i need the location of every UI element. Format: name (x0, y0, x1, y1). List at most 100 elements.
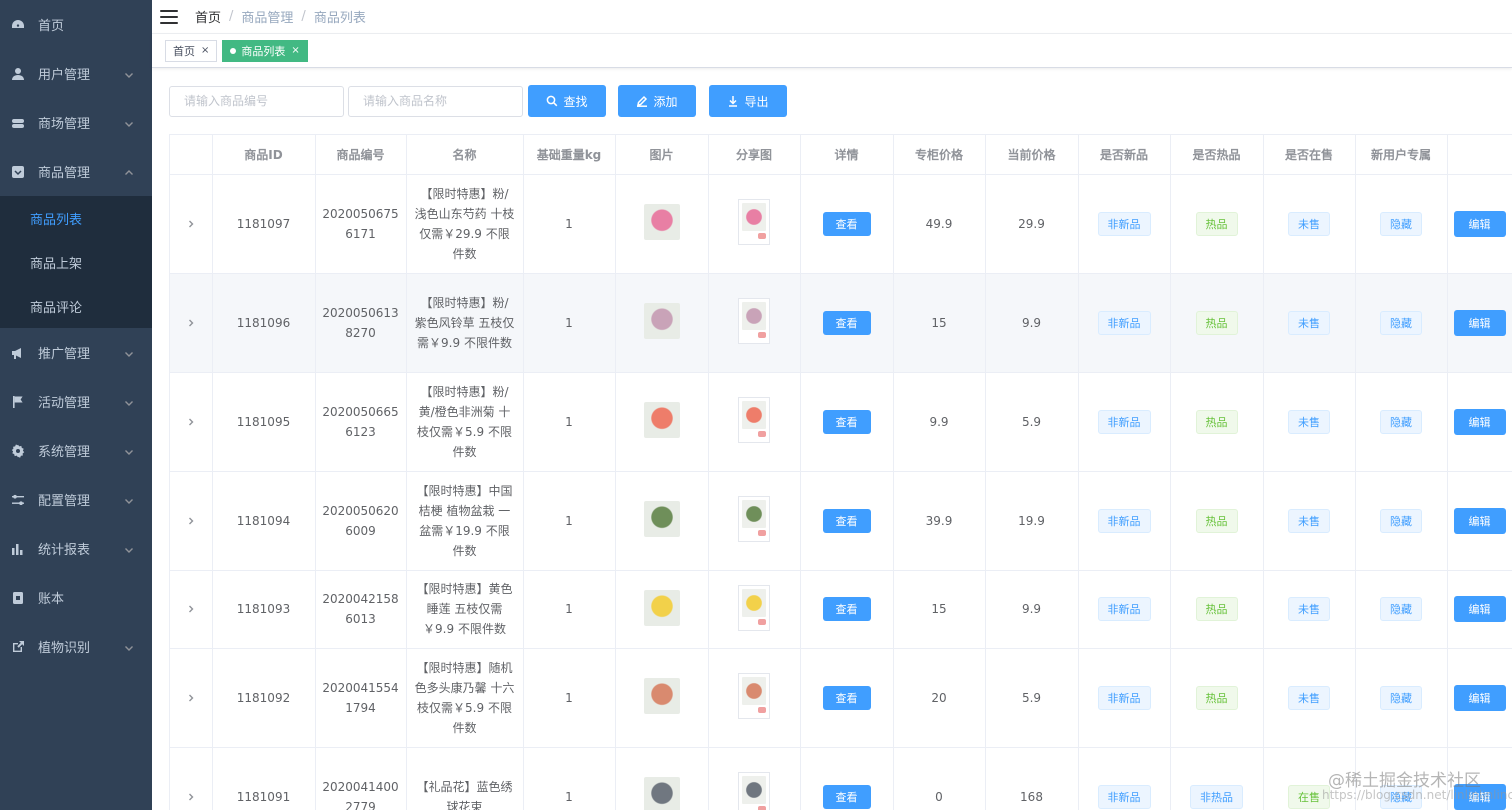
share-image[interactable] (738, 397, 770, 443)
view-button[interactable]: 查看 (822, 310, 871, 335)
retail-price: 168 (985, 747, 1079, 810)
goods-image-cell (615, 747, 709, 810)
export-button[interactable]: 导出 (709, 85, 787, 117)
goods-sn-line: 2020041554 (322, 680, 399, 695)
breadcrumb: 首页 / 商品管理 / 商品列表 (195, 7, 366, 26)
close-icon[interactable]: × (201, 45, 209, 56)
sidebar-item-label: 植物识别 (38, 641, 91, 656)
expand-cell[interactable] (170, 747, 213, 810)
is-new-cell: 非新品 (1078, 747, 1171, 810)
add-button[interactable]: 添加 (618, 85, 696, 117)
sidebar-item-external-link[interactable]: 植物识别 (0, 622, 152, 671)
column-header: 详情 (800, 135, 894, 175)
tag-goods-list[interactable]: 商品列表 × (222, 39, 308, 62)
view-button[interactable]: 查看 (822, 508, 871, 533)
is-new-cell: 非新品 (1078, 570, 1171, 649)
goods-icon (11, 165, 25, 179)
goods-sn: 2020041554 1794 (315, 648, 407, 748)
hamburger-icon[interactable] (160, 9, 178, 24)
sidebar-item-user[interactable]: 用户管理 (0, 49, 152, 98)
goods-sn-line: 2020041400 (322, 779, 399, 794)
goods-image[interactable] (643, 777, 680, 810)
goods-sn-input[interactable] (169, 85, 344, 117)
edit-button[interactable]: 编辑 (1453, 684, 1506, 711)
view-button[interactable]: 查看 (822, 784, 871, 809)
sidebar-item-gear[interactable]: 系统管理 (0, 426, 152, 475)
search-button[interactable]: 查找 (528, 85, 606, 117)
expand-cell[interactable] (170, 372, 213, 472)
counter-price: 39.9 (893, 471, 986, 571)
close-icon[interactable]: × (291, 45, 299, 56)
share-image[interactable] (738, 496, 770, 542)
goods-image[interactable] (643, 589, 680, 626)
goods-image-cell (615, 174, 709, 274)
is-new-badge: 非新品 (1097, 310, 1151, 335)
goods-sn-line: 1794 (345, 700, 376, 715)
expand-cell[interactable] (170, 273, 213, 373)
share-image[interactable] (738, 673, 770, 719)
edit-button[interactable]: 编辑 (1453, 408, 1506, 435)
expand-cell[interactable] (170, 570, 213, 649)
goods-sn-line: 2020050613 (322, 305, 399, 320)
goods-sn: 2020050620 6009 (315, 471, 407, 571)
expand-cell[interactable] (170, 174, 213, 274)
share-image[interactable] (738, 298, 770, 344)
goods-sn: 2020050675 6171 (315, 174, 407, 274)
breadcrumb-home[interactable]: 首页 (195, 7, 221, 26)
table-row: 1181094 2020050620 6009 【限时特惠】中国桔梗 植物盆栽 一盆需… (170, 471, 1512, 571)
share-image[interactable] (738, 199, 770, 245)
view-button[interactable]: 查看 (822, 685, 871, 710)
view-button[interactable]: 查看 (822, 211, 871, 236)
sidebar-subitem[interactable]: 商品评论 (0, 284, 152, 328)
store-icon (11, 116, 25, 130)
sidebar-item-bar-chart[interactable]: 统计报表 (0, 524, 152, 573)
column-header: 商品编号 (315, 135, 407, 175)
edit-button[interactable]: 编辑 (1453, 507, 1506, 534)
goods-image[interactable] (643, 204, 680, 240)
sidebar-item-label: 商场管理 (38, 117, 91, 132)
expand-cell[interactable] (170, 648, 213, 748)
goods-weight: 1 (523, 648, 616, 748)
sidebar-item-ledger[interactable]: 账本 (0, 573, 152, 622)
chevron-right-icon (188, 319, 194, 326)
sidebar-item-megaphone[interactable]: 推广管理 (0, 328, 152, 377)
goods-sn-line: 2020050620 (322, 503, 399, 518)
sidebar-item-store[interactable]: 商场管理 (0, 98, 152, 147)
goods-name-cell: 【礼品花】蓝色绣球花束 (406, 747, 524, 810)
goods-name: 【限时特惠】中国桔梗 植物盆栽 一盆需￥19.9 不限件数 (416, 483, 513, 558)
goods-image[interactable] (643, 501, 680, 537)
share-image[interactable] (738, 584, 770, 631)
new-user-badge: 隐藏 (1380, 597, 1422, 621)
navbar: 首页 / 商品管理 / 商品列表 (152, 0, 1512, 34)
sidebar-item-flag[interactable]: 活动管理 (0, 377, 152, 426)
view-button[interactable]: 查看 (822, 597, 871, 621)
goods-name-input[interactable] (348, 85, 523, 117)
goods-sn-line: 6171 (345, 226, 376, 241)
edit-button[interactable]: 编辑 (1453, 309, 1506, 336)
goods-image[interactable] (643, 402, 680, 438)
tag-home[interactable]: 首页 × (165, 39, 218, 62)
goods-sn: 2020050665 6123 (315, 372, 407, 472)
goods-image[interactable] (643, 678, 680, 714)
chevron-down-icon (124, 495, 134, 505)
edit-button[interactable]: 编辑 (1453, 596, 1506, 622)
goods-image[interactable] (643, 303, 680, 339)
edit-icon (637, 95, 648, 107)
new-user-cell: 隐藏 (1355, 570, 1448, 649)
sidebar-item-dashboard[interactable]: 首页 (0, 0, 152, 49)
gear-icon (11, 444, 25, 458)
view-button[interactable]: 查看 (822, 409, 871, 434)
share-image-cell (708, 570, 801, 649)
expand-cell[interactable] (170, 471, 213, 571)
share-image[interactable] (738, 772, 770, 810)
sidebar-subitem[interactable]: 商品上架 (0, 240, 152, 284)
edit-button[interactable]: 编辑 (1453, 210, 1506, 237)
goods-name-cell: 【限时特惠】粉/紫色风铃草 五枝仅需￥9.9 不限件数 (406, 273, 524, 373)
sidebar-subitem[interactable]: 商品列表 (0, 196, 152, 240)
sidebar-item-goods[interactable]: 商品管理 (0, 147, 152, 196)
table-row: 1181091 2020041400 2779 【礼品花】蓝色绣球花束 1 查看 0 168 非… (170, 747, 1512, 810)
sidebar-item-sliders[interactable]: 配置管理 (0, 475, 152, 524)
goods-id: 1181096 (212, 273, 316, 373)
on-sale-cell: 未售 (1263, 570, 1356, 649)
counter-price: 20 (893, 648, 986, 748)
